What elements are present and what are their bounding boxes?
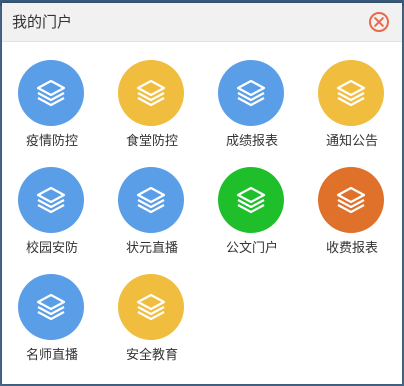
tile-icon-circle <box>18 167 84 233</box>
layers-icon <box>236 79 266 107</box>
portal-tile[interactable]: 公文门户 <box>202 167 302 265</box>
layers-icon <box>136 293 166 321</box>
tile-icon-circle <box>318 167 384 233</box>
portal-tile[interactable]: 通知公告 <box>302 60 402 158</box>
portal-tile[interactable]: 安全教育 <box>102 274 202 372</box>
portal-tile[interactable]: 名师直播 <box>2 274 102 372</box>
tile-label: 公文门户 <box>225 241 278 256</box>
layers-icon <box>36 293 66 321</box>
tile-icon-circle <box>18 274 84 340</box>
portal-tile[interactable]: 校园安防 <box>2 167 102 265</box>
tile-label: 校园安防 <box>25 241 78 256</box>
tile-label: 疫情防控 <box>25 134 78 149</box>
layers-icon <box>136 186 166 214</box>
dialog-title: 我的门户 <box>12 13 73 31</box>
tile-label: 成绩报表 <box>225 134 278 149</box>
layers-icon <box>36 186 66 214</box>
tile-label: 安全教育 <box>125 348 178 363</box>
portal-tile[interactable]: 食堂防控 <box>102 60 202 158</box>
portal-tile[interactable]: 成绩报表 <box>202 60 302 158</box>
tile-label: 通知公告 <box>325 134 378 149</box>
tile-icon-circle <box>318 60 384 126</box>
layers-icon <box>336 186 366 214</box>
tile-label: 名师直播 <box>25 348 78 363</box>
tile-icon-circle <box>118 274 184 340</box>
tile-icon-circle <box>18 60 84 126</box>
layers-icon <box>236 186 266 214</box>
tile-icon-circle <box>118 167 184 233</box>
tile-icon-circle <box>218 60 284 126</box>
tile-label: 食堂防控 <box>125 134 178 149</box>
close-icon[interactable] <box>369 12 389 32</box>
portal-dialog: 我的门户 疫情防控 食堂防控 成绩报表 通知公告 校园安防 状元直播 公文门户 … <box>2 3 402 384</box>
tile-label: 状元直播 <box>125 241 178 256</box>
layers-icon <box>36 79 66 107</box>
portal-tile[interactable]: 状元直播 <box>102 167 202 265</box>
layers-icon <box>136 79 166 107</box>
layers-icon <box>336 79 366 107</box>
tile-label: 收费报表 <box>325 241 378 256</box>
tile-icon-circle <box>218 167 284 233</box>
portal-tile[interactable]: 收费报表 <box>302 167 402 265</box>
portal-tile[interactable]: 疫情防控 <box>2 60 102 158</box>
tile-icon-circle <box>118 60 184 126</box>
dialog-header: 我的门户 <box>2 3 402 42</box>
